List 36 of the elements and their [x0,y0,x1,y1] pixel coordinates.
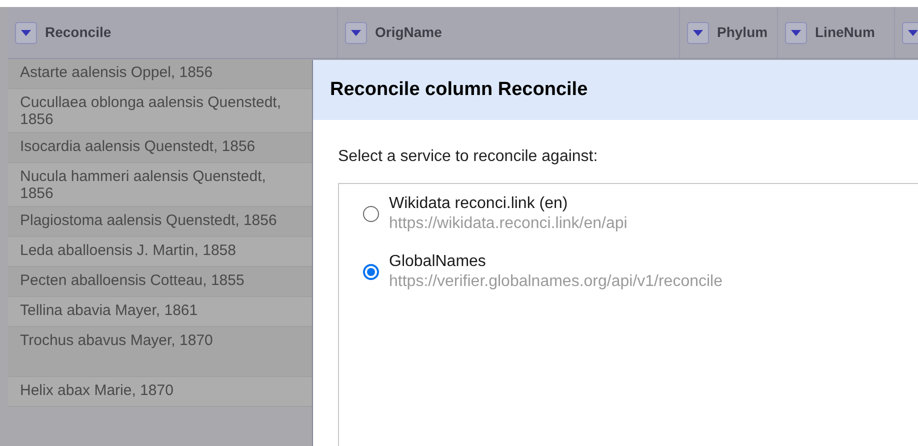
caret-icon [791,30,801,36]
table-cell: Trochus abavus Mayer, 1870 [8,327,312,377]
caret-icon [351,30,361,36]
column-label: OrigName [375,23,442,42]
column-label: Reconcile [45,23,112,42]
dropdown-button[interactable] [15,22,37,44]
table-cell: Pecten aballoensis Cotteau, 1855 [8,267,312,297]
table-cell: Plagiostoma aalensis Quenstedt, 1856 [8,207,312,237]
table-cell: Helix abax Marie, 1870 [8,377,312,407]
column-label: Phylum [717,23,768,42]
caret-icon [693,30,703,36]
column-header[interactable]: Reconcile [8,7,338,58]
table-cell: Nucula hammeri aalensis Quenstedt, 1856 [8,163,312,207]
column-label: LineNum [815,23,875,42]
dropdown-button[interactable] [902,22,918,44]
dropdown-button[interactable] [785,22,807,44]
service-name[interactable]: Wikidata reconci.link (en) [389,194,628,214]
dialog-title: Reconcile column Reconcile [330,78,588,102]
service-url: https://wikidata.reconci.link/en/api [389,214,628,234]
table-cell: Isocardia aalensis Quenstedt, 1856 [8,133,312,163]
service-name[interactable]: GlobalNames [389,252,723,272]
service-url: https://verifier.globalnames.org/api/v1/reconcile [389,272,723,292]
dropdown-button[interactable] [687,22,709,44]
column-header[interactable]: LineNum [778,7,895,58]
table-cell: Leda aballoensis J. Martin, 1858 [8,237,312,267]
radio-button[interactable] [363,264,379,280]
table-cell: Tellina abavia Mayer, 1861 [8,297,312,327]
table-cell: Cucullaea oblonga aalensis Quenstedt, 1856 [8,89,312,133]
table-cell: Astarte aalensis Oppel, 1856 [8,59,312,89]
radio-button[interactable] [363,206,379,222]
dropdown-button[interactable] [345,22,367,44]
prompt-text: Select a service to reconcile against: [338,147,599,167]
column-header[interactable]: OrigName [338,7,680,58]
caret-icon [21,30,31,36]
caret-icon [908,30,918,36]
column-header[interactable]: Phylum [680,7,778,58]
